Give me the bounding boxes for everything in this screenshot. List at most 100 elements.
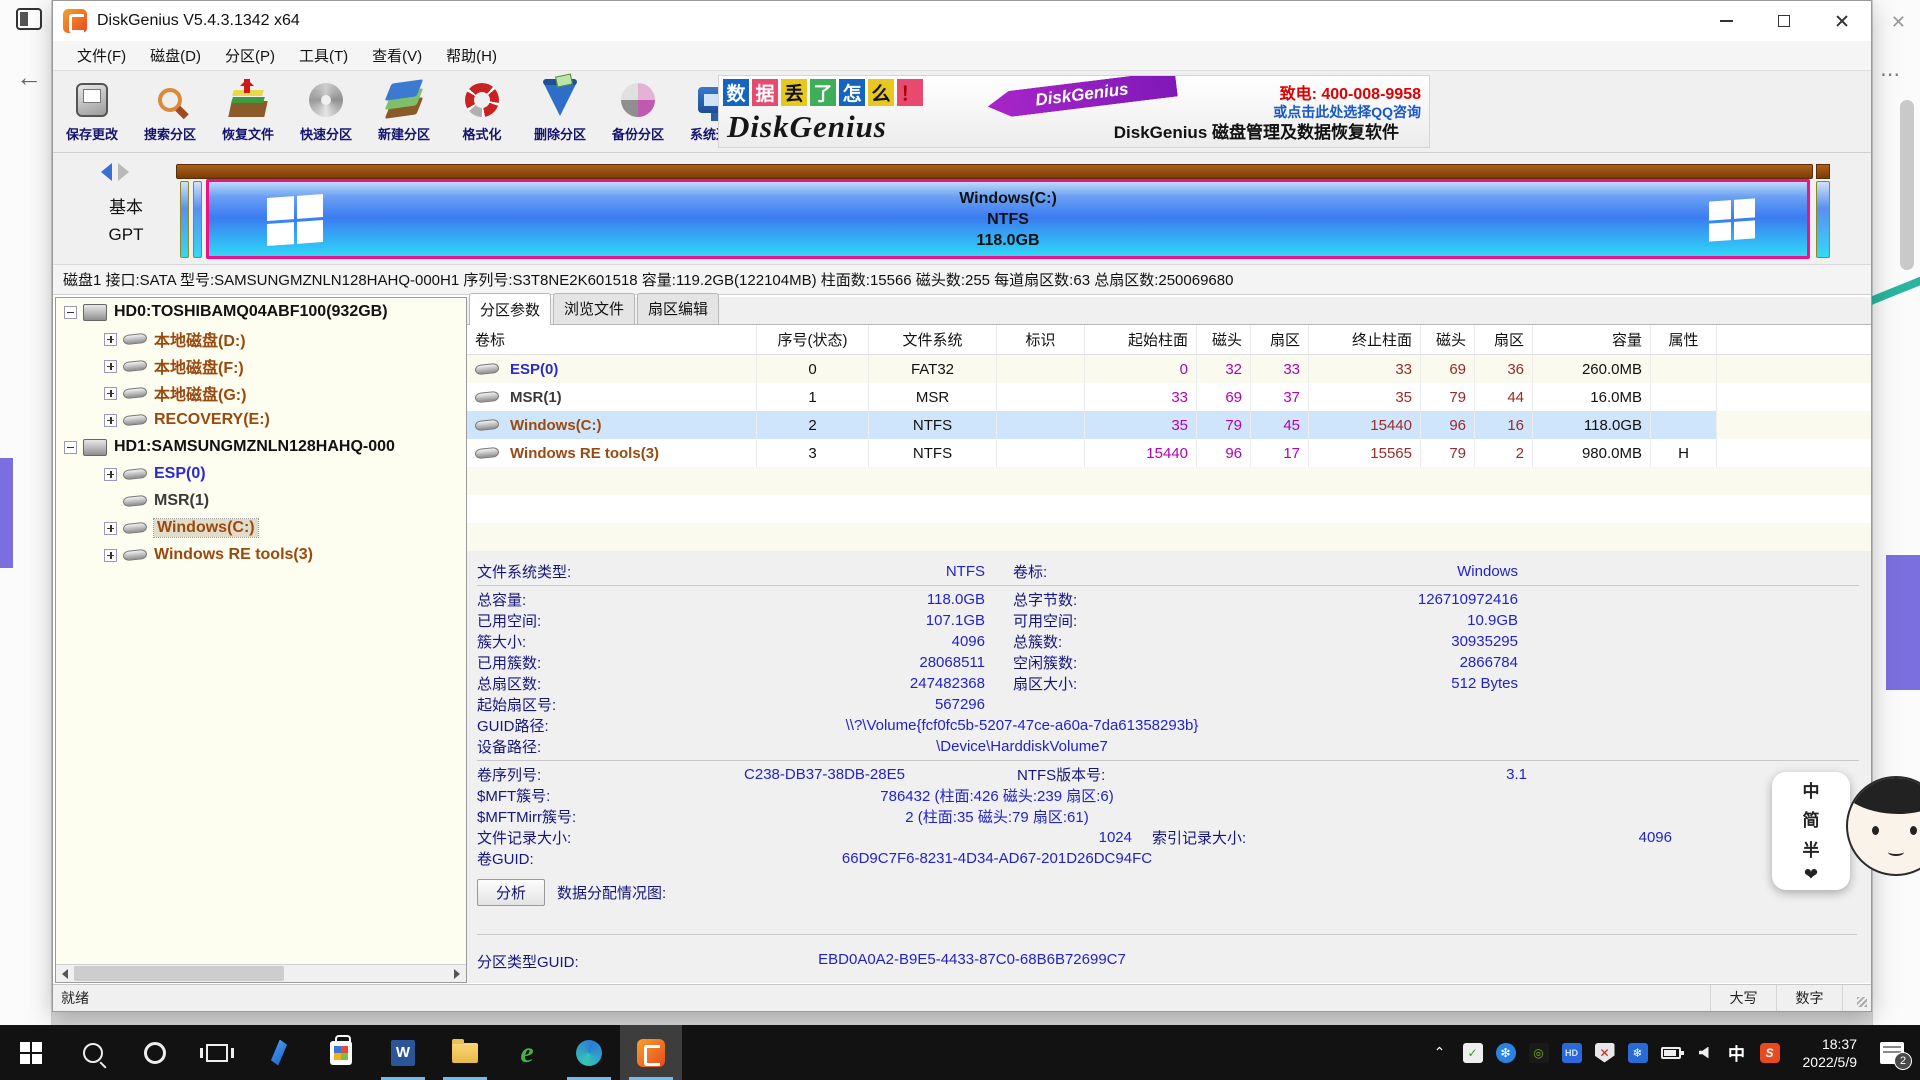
quick-partition-button[interactable]: 快速分区 bbox=[287, 73, 365, 151]
tree-horizontal-scrollbar[interactable] bbox=[56, 964, 466, 982]
pinned-app-ie[interactable]: e bbox=[496, 1025, 558, 1080]
expand-icon[interactable] bbox=[104, 333, 117, 346]
tree-item-local-f[interactable]: 本地磁盘(F:) bbox=[56, 353, 466, 379]
background-scrollbar[interactable] bbox=[1900, 100, 1914, 270]
partition-strip-re-tools[interactable] bbox=[1816, 181, 1830, 258]
taskbar-clock[interactable]: 18:37 2022/5/9 bbox=[1793, 1035, 1868, 1071]
tree-item-esp[interactable]: ESP(0) bbox=[56, 461, 466, 487]
background-close-icon[interactable]: ✕ bbox=[1891, 12, 1906, 33]
sogou-ime-floating-bar[interactable]: 中 简 半 ❤ bbox=[1772, 772, 1850, 890]
partition-block-windows-c[interactable]: Windows(C:) NTFS 118.0GB bbox=[206, 179, 1810, 259]
tray-ime-indicator[interactable]: 中 bbox=[1727, 1043, 1747, 1063]
tab-sector-edit[interactable]: 扇区编辑 bbox=[637, 293, 719, 324]
action-center-icon[interactable]: 2 bbox=[1880, 1042, 1904, 1064]
app-diskgenius-active[interactable] bbox=[620, 1025, 682, 1080]
scroll-right-icon[interactable] bbox=[448, 965, 466, 983]
tree-item-hd0[interactable]: HD0:TOSHIBAMQ04ABF100(932GB) bbox=[56, 299, 466, 325]
partition-strip-esp[interactable] bbox=[180, 181, 189, 258]
expand-icon[interactable] bbox=[104, 468, 117, 481]
table-row-msr[interactable]: MSR(1) 1 MSR 33 69 37 35 79 44 16.0MB bbox=[467, 383, 1871, 411]
expand-icon[interactable] bbox=[104, 387, 117, 400]
ime-mode-chinese[interactable]: 中 bbox=[1803, 777, 1820, 802]
tree-item-windows-c[interactable]: Windows(C:) bbox=[56, 515, 466, 541]
tree-item-msr[interactable]: MSR(1) bbox=[56, 488, 466, 514]
pinned-app-flash[interactable] bbox=[248, 1025, 310, 1080]
ad-brand-logo: DiskGenius bbox=[727, 109, 887, 145]
pinned-app-store[interactable] bbox=[310, 1025, 372, 1080]
menu-view[interactable]: 查看(V) bbox=[360, 41, 434, 70]
tray-volume-icon[interactable] bbox=[1694, 1043, 1714, 1063]
tray-expand-icon[interactable]: ⌃ bbox=[1430, 1043, 1450, 1063]
collapse-icon[interactable] bbox=[64, 306, 77, 319]
table-row-windows-c-selected[interactable]: Windows(C:) 2 NTFS 35 79 45 15440 96 16 … bbox=[467, 411, 1871, 439]
cortana-button[interactable] bbox=[124, 1025, 186, 1080]
tray-snowflake-icon[interactable]: ❄ bbox=[1628, 1043, 1648, 1063]
resize-grip[interactable] bbox=[1843, 985, 1871, 1011]
tray-intel-graphics-icon[interactable]: HD bbox=[1562, 1043, 1582, 1063]
table-row-esp[interactable]: ESP(0) 0 FAT32 0 32 33 33 69 36 260.0MB bbox=[467, 355, 1871, 383]
taskbar-search[interactable] bbox=[62, 1025, 124, 1080]
tree-item-recovery-e[interactable]: RECOVERY(E:) bbox=[56, 407, 466, 433]
tray-dingtalk-icon[interactable]: ❇ bbox=[1496, 1043, 1516, 1063]
quick-partition-icon bbox=[305, 80, 347, 120]
partition-icon bbox=[123, 522, 148, 534]
expand-icon[interactable] bbox=[104, 549, 117, 562]
ad-tiles: 数 据 丢 了 怎 么 ！ bbox=[723, 79, 923, 106]
expand-icon[interactable] bbox=[104, 360, 117, 373]
recover-files-button[interactable]: 恢复文件 bbox=[209, 73, 287, 151]
tab-partition-params[interactable]: 分区参数 bbox=[469, 293, 551, 325]
menu-tools[interactable]: 工具(T) bbox=[287, 41, 360, 70]
tree-item-local-d[interactable]: 本地磁盘(D:) bbox=[56, 326, 466, 352]
background-more-icon[interactable]: ⋯ bbox=[1880, 62, 1902, 87]
ime-heart-icon[interactable]: ❤ bbox=[1804, 865, 1818, 885]
expand-icon[interactable] bbox=[104, 414, 117, 427]
delete-partition-button[interactable]: 删除分区 bbox=[521, 73, 599, 151]
format-button[interactable]: 格式化 bbox=[443, 73, 521, 151]
backup-partition-button[interactable]: 备份分区 bbox=[599, 73, 677, 151]
close-button[interactable] bbox=[1813, 1, 1871, 41]
menu-file[interactable]: 文件(F) bbox=[65, 41, 138, 70]
start-button[interactable] bbox=[0, 1025, 62, 1080]
tray-nvidia-icon[interactable]: ◎ bbox=[1529, 1043, 1549, 1063]
disk-bus-type: 基本 bbox=[91, 193, 161, 218]
wallpaper-accent-left bbox=[0, 458, 13, 568]
tray-antivirus-icon[interactable]: ✓ bbox=[1463, 1043, 1483, 1063]
partition-tree: HD0:TOSHIBAMQ04ABF100(932GB) 本地磁盘(D:) 本地… bbox=[55, 297, 467, 983]
tree-item-hd1[interactable]: HD1:SAMSUNGMZNLN128HAHQ-000 bbox=[56, 434, 466, 460]
tree-item-windows-re[interactable]: Windows RE tools(3) bbox=[56, 542, 466, 568]
disk-header-bar-end bbox=[1816, 164, 1830, 179]
prev-disk-icon[interactable] bbox=[101, 163, 112, 181]
scroll-left-icon[interactable] bbox=[56, 965, 74, 983]
tray-battery-icon[interactable] bbox=[1661, 1043, 1681, 1063]
analyze-button[interactable]: 分析 bbox=[477, 879, 545, 906]
notification-badge: 2 bbox=[1894, 1052, 1912, 1070]
tray-security-alert-icon[interactable]: ✕ bbox=[1595, 1043, 1615, 1063]
tree-item-local-g[interactable]: 本地磁盘(G:) bbox=[56, 380, 466, 406]
new-partition-button[interactable]: 新建分区 bbox=[365, 73, 443, 151]
menu-partition[interactable]: 分区(P) bbox=[213, 41, 287, 70]
tab-browse-files[interactable]: 浏览文件 bbox=[553, 293, 635, 324]
app-file-explorer[interactable] bbox=[434, 1025, 496, 1080]
disk-nav-arrows[interactable] bbox=[101, 163, 129, 181]
app-edge[interactable] bbox=[558, 1025, 620, 1080]
task-view-button[interactable] bbox=[186, 1025, 248, 1080]
ad-banner[interactable]: 数 据 丢 了 怎 么 ！ DiskGenius DiskGenius 致电: … bbox=[718, 75, 1430, 148]
tray-sogou-icon[interactable]: S bbox=[1760, 1043, 1780, 1063]
partition-strip-msr[interactable] bbox=[193, 181, 202, 258]
back-arrow-icon[interactable]: ← bbox=[16, 62, 42, 93]
save-changes-button[interactable]: 保存更改 bbox=[53, 73, 131, 151]
ime-simplified[interactable]: 简 bbox=[1803, 806, 1820, 831]
scrollbar-thumb[interactable] bbox=[74, 966, 284, 981]
ime-halfwidth[interactable]: 半 bbox=[1803, 836, 1820, 861]
maximize-button[interactable] bbox=[1755, 1, 1813, 41]
collapse-icon[interactable] bbox=[64, 441, 77, 454]
minimize-button[interactable] bbox=[1697, 1, 1755, 41]
menu-disk[interactable]: 磁盘(D) bbox=[138, 41, 213, 70]
next-disk-icon[interactable] bbox=[118, 163, 129, 181]
file-record-size-value: 1024 bbox=[652, 829, 1132, 846]
table-row-windows-re[interactable]: Windows RE tools(3) 3 NTFS 15440 96 17 1… bbox=[467, 439, 1871, 467]
app-word[interactable]: W bbox=[372, 1025, 434, 1080]
search-partition-button[interactable]: 搜索分区 bbox=[131, 73, 209, 151]
menu-help[interactable]: 帮助(H) bbox=[434, 41, 509, 70]
expand-icon[interactable] bbox=[104, 522, 117, 535]
